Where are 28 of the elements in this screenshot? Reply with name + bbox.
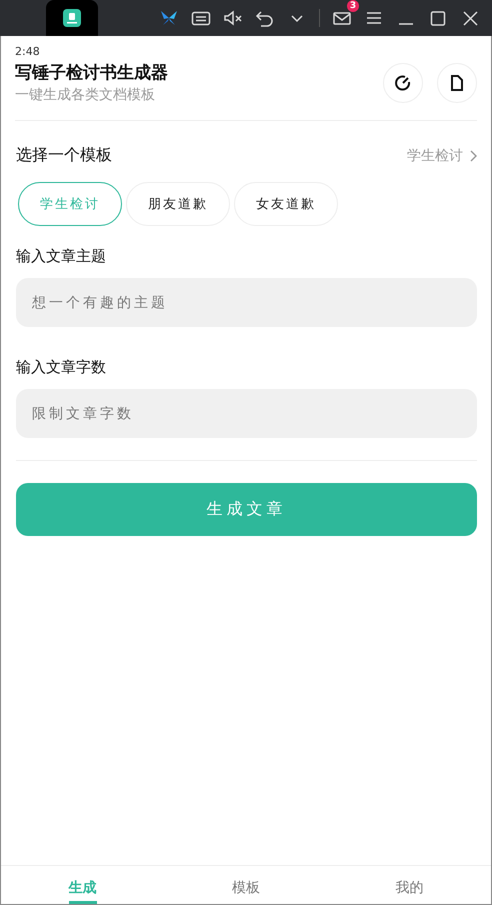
mute-icon[interactable] [223,9,243,27]
template-selector[interactable]: 学生检讨 [407,146,477,164]
input-field[interactable]: 限制文章字数 [16,389,477,438]
butterfly-icon[interactable] [159,9,179,27]
app-subtitle: 一键生成各类文档模板 [15,86,155,104]
gauge-icon [394,74,412,92]
generate-button[interactable]: 生成文章 [16,483,477,536]
app-title: 写锤子检讨书生成器 [15,62,168,84]
keyboard-icon[interactable] [191,9,211,27]
notification-badge: 3 [347,0,359,12]
document-icon [449,74,465,92]
document-button[interactable] [437,62,477,102]
undo-icon[interactable] [255,9,275,27]
nav-tab[interactable]: 生成 [68,879,97,904]
section-label: 选择一个模板 [16,145,112,166]
field-label: 输入文章主题 [16,247,106,266]
template-chip[interactable]: 女友道歉 [234,182,338,226]
nav-tab[interactable]: 模板 [232,879,260,904]
gauge-button[interactable] [383,62,423,102]
chevron-right-icon [469,150,477,162]
app-icon[interactable] [63,9,81,27]
template-chip[interactable]: 朋友道歉 [126,182,230,226]
template-chip[interactable]: 学生检讨 [18,182,122,226]
field-label: 输入文章字数 [16,358,106,377]
input-field[interactable]: 想一个有趣的主题 [16,278,477,327]
maximize-icon[interactable] [428,9,448,27]
status-time: 2:48 [15,45,40,58]
nav-tab[interactable]: 我的 [395,879,424,904]
